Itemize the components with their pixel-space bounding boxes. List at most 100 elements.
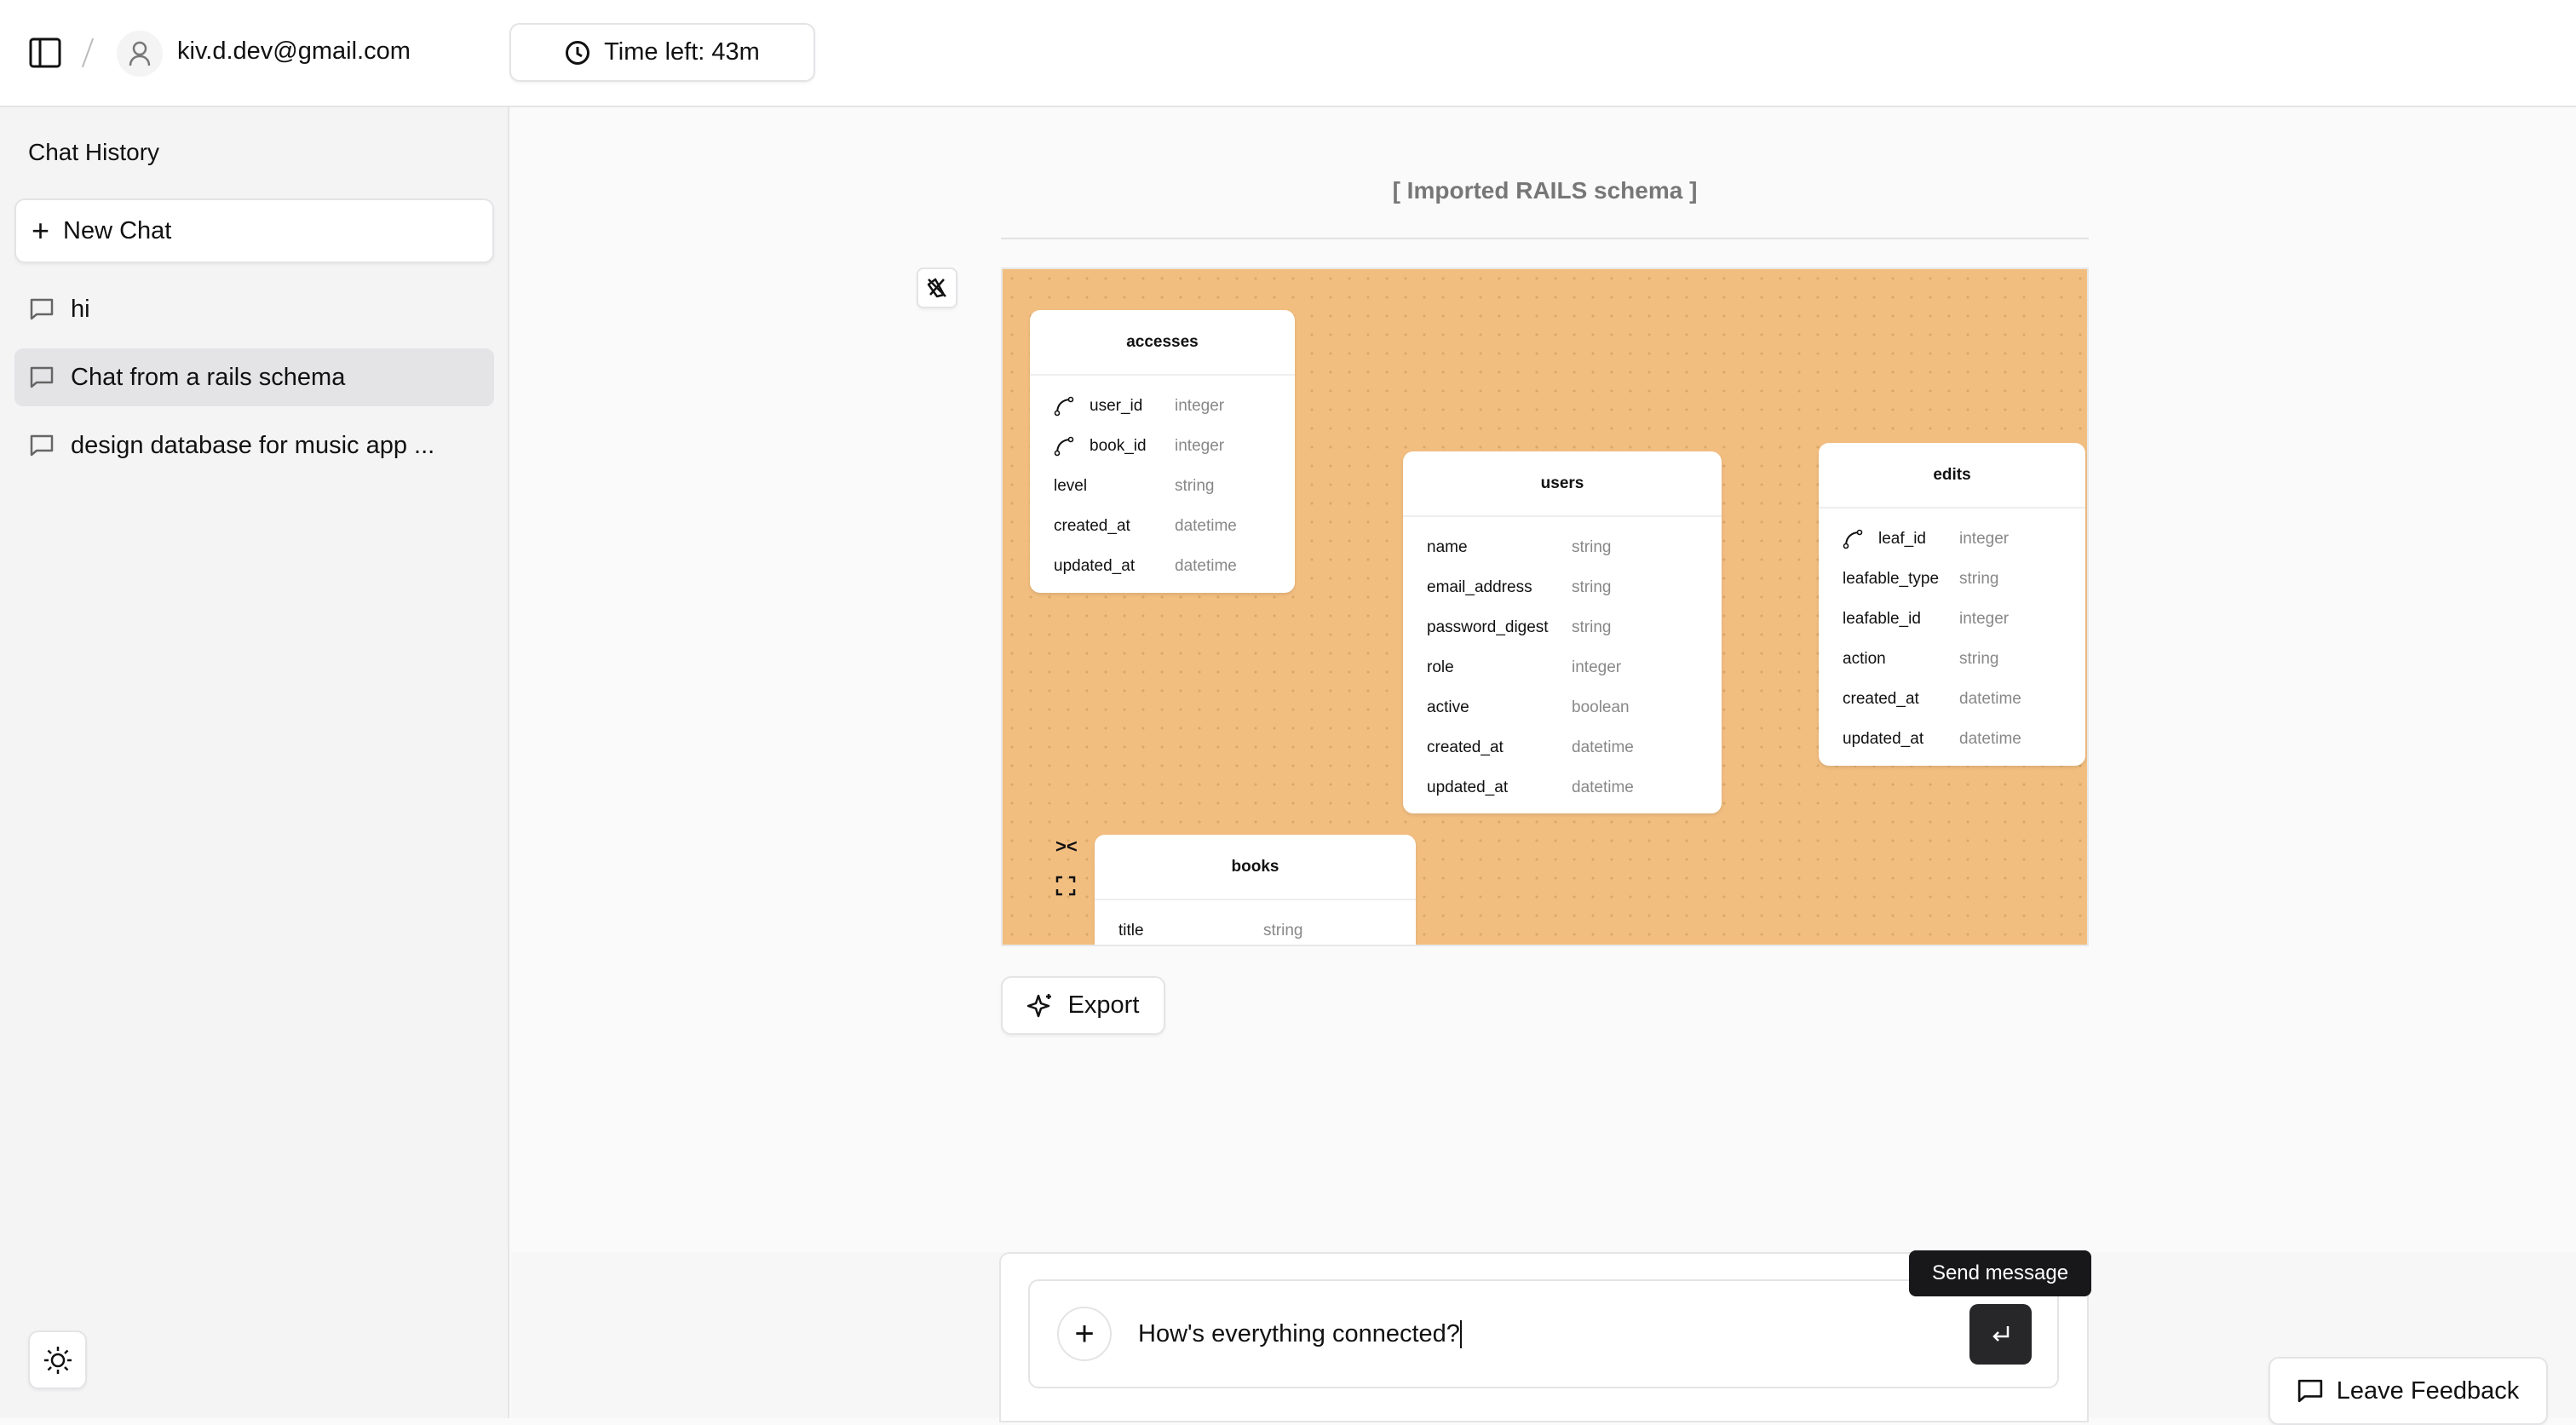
- table-column-row[interactable]: email_address string: [1403, 567, 1722, 607]
- column-name: updated_at: [1054, 556, 1136, 575]
- clock-icon: [566, 40, 590, 65]
- message-icon: [30, 366, 54, 388]
- column-type: datetime: [1959, 729, 2021, 748]
- table-edits[interactable]: edits leaf_id integer leafable_type string le…: [1819, 443, 2085, 766]
- column-type: integer: [1959, 529, 2010, 548]
- column-name: role: [1427, 658, 1454, 676]
- table-header: users: [1403, 451, 1722, 517]
- column-type: string: [1959, 569, 1999, 588]
- send-button[interactable]: [1969, 1304, 2032, 1365]
- table-column-row[interactable]: password_digest string: [1403, 607, 1722, 647]
- table-column-row[interactable]: created_at datetime: [1030, 506, 1295, 546]
- column-type: string: [1959, 649, 1999, 668]
- plus-icon: +: [32, 213, 50, 248]
- column-type: string: [1572, 618, 1612, 636]
- chat-item[interactable]: design database for music app ...: [14, 417, 494, 474]
- relation-icon: [1054, 436, 1079, 457]
- leave-feedback-button[interactable]: Leave Feedback: [2268, 1357, 2548, 1425]
- column-name: updated_at: [1427, 778, 1509, 796]
- column-type: datetime: [1175, 556, 1237, 575]
- theme-toggle-button[interactable]: [28, 1330, 87, 1389]
- breadcrumb-divider: [81, 37, 95, 68]
- table-column-row[interactable]: updated_at datetime: [1030, 546, 1295, 586]
- table-header: accesses: [1030, 310, 1295, 376]
- chat-item-selected[interactable]: Chat from a rails schema: [14, 348, 494, 406]
- table-header: edits: [1819, 443, 2085, 509]
- table-accesses[interactable]: accesses user_id integer book_id integer leve…: [1030, 310, 1295, 593]
- column-type: datetime: [1959, 689, 2021, 708]
- table-column-row[interactable]: title string: [1095, 911, 1416, 945]
- schema-canvas[interactable]: accesses user_id integer book_id integer leve…: [1001, 267, 2089, 946]
- diagram-tool-button[interactable]: [917, 267, 957, 308]
- table-column-row[interactable]: created_at datetime: [1819, 679, 2085, 719]
- column-name: leaf_id: [1878, 529, 1926, 548]
- column-type: boolean: [1572, 698, 1630, 716]
- export-label: Export: [1067, 991, 1140, 1019]
- time-left-button[interactable]: Time left: 43m: [509, 23, 815, 82]
- attach-plus-icon[interactable]: +: [1057, 1307, 1112, 1361]
- table-column-row[interactable]: action string: [1819, 639, 2085, 679]
- table-column-row[interactable]: role integer: [1403, 647, 1722, 687]
- table-books[interactable]: books title string: [1095, 835, 1416, 945]
- collapse-icon[interactable]: ><: [1055, 836, 1078, 858]
- column-name: email_address: [1427, 577, 1532, 596]
- message-icon: [30, 434, 54, 457]
- chat-item-label: hi: [71, 295, 90, 323]
- table-column-row[interactable]: updated_at datetime: [1403, 767, 1722, 807]
- send-tooltip: Send message: [1909, 1250, 2091, 1296]
- column-type: integer: [1175, 436, 1225, 455]
- column-name: leafable_id: [1843, 609, 1921, 628]
- table-column-row[interactable]: name string: [1403, 527, 1722, 567]
- enter-icon: [1992, 1325, 2009, 1342]
- fullscreen-icon[interactable]: [1055, 876, 1076, 896]
- column-name: name: [1427, 537, 1468, 556]
- table-column-row[interactable]: leafable_id integer: [1819, 599, 2085, 639]
- table-column-row[interactable]: created_at datetime: [1403, 727, 1722, 767]
- column-name: created_at: [1843, 689, 1919, 708]
- draw-icon: [927, 278, 946, 298]
- message-input[interactable]: How's everything connected?: [1138, 1320, 1462, 1348]
- table-column-row[interactable]: updated_at datetime: [1819, 719, 2085, 759]
- chat-item-label: design database for music app ...: [71, 431, 435, 459]
- table-column-row[interactable]: leafable_type string: [1819, 559, 2085, 599]
- sparkles-icon: [1026, 993, 1051, 1017]
- table-column-row[interactable]: leaf_id integer: [1819, 519, 2085, 559]
- column-type: string: [1263, 921, 1303, 939]
- column-name: user_id: [1090, 396, 1143, 415]
- column-type: integer: [1959, 609, 2010, 628]
- new-chat-label: New Chat: [63, 216, 172, 244]
- export-button[interactable]: Export: [1001, 976, 1165, 1035]
- table-column-row[interactable]: active boolean: [1403, 687, 1722, 727]
- column-name: title: [1118, 921, 1144, 939]
- column-name: created_at: [1054, 516, 1130, 535]
- schema-title: [ Imported RAILS schema ]: [1392, 177, 1698, 204]
- table-column-row[interactable]: level string: [1030, 466, 1295, 506]
- column-type: datetime: [1572, 778, 1634, 796]
- chat-item[interactable]: hi: [14, 280, 494, 338]
- user-icon: [129, 41, 151, 66]
- relation-icon: [1054, 396, 1079, 417]
- message-input-box[interactable]: + How's everything connected?: [1028, 1279, 2059, 1388]
- column-type: integer: [1572, 658, 1622, 676]
- avatar[interactable]: [117, 31, 163, 77]
- chat-item-label: Chat from a rails schema: [71, 363, 346, 391]
- column-name: password_digest: [1427, 618, 1549, 636]
- time-left-label: Time left: 43m: [604, 38, 760, 66]
- sidebar-toggle-icon[interactable]: [29, 37, 61, 68]
- table-header: books: [1095, 835, 1416, 900]
- column-name: leafable_type: [1843, 569, 1940, 588]
- divider: [1001, 238, 2089, 239]
- column-type: string: [1175, 476, 1215, 495]
- table-column-row[interactable]: book_id integer: [1030, 426, 1295, 466]
- sidebar: Chat History + New Chat hi Chat from a r…: [0, 107, 509, 1418]
- column-name: created_at: [1427, 738, 1504, 756]
- column-type: integer: [1175, 396, 1225, 415]
- new-chat-button[interactable]: + New Chat: [14, 198, 494, 263]
- message-icon: [30, 298, 54, 320]
- column-name: updated_at: [1843, 729, 1924, 748]
- relation-icon: [1843, 529, 1868, 549]
- message-icon: [2297, 1379, 2322, 1403]
- table-users[interactable]: users name string email_address string passwo…: [1403, 451, 1722, 813]
- column-name: book_id: [1090, 436, 1147, 455]
- table-column-row[interactable]: user_id integer: [1030, 386, 1295, 426]
